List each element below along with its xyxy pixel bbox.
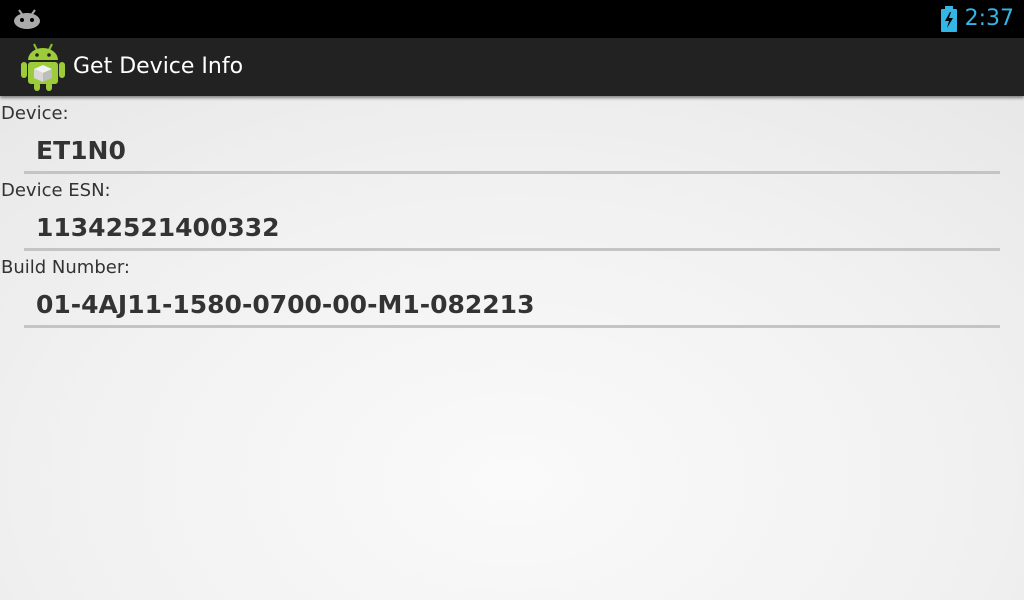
device-esn-label: Device ESN:	[1, 180, 111, 201]
build-number-value: 01-4AJ11-1580-0700-00-M1-082213	[36, 290, 535, 319]
status-time: 2:37	[964, 6, 1014, 31]
build-number-label: Build Number:	[1, 257, 130, 278]
device-esn-value: 11342521400332	[36, 213, 280, 242]
android-robot-icon	[12, 7, 42, 33]
action-bar: Get Device Info	[0, 38, 1024, 96]
device-underline	[24, 171, 1000, 174]
battery-charging-icon	[940, 6, 958, 36]
app-title: Get Device Info	[73, 54, 244, 79]
device-esn-underline	[24, 248, 1000, 251]
android-app-icon[interactable]	[20, 42, 66, 96]
device-label: Device:	[1, 103, 69, 124]
device-value: ET1N0	[36, 136, 126, 165]
status-bar: 2:37	[0, 0, 1024, 38]
build-number-underline	[24, 325, 1000, 328]
